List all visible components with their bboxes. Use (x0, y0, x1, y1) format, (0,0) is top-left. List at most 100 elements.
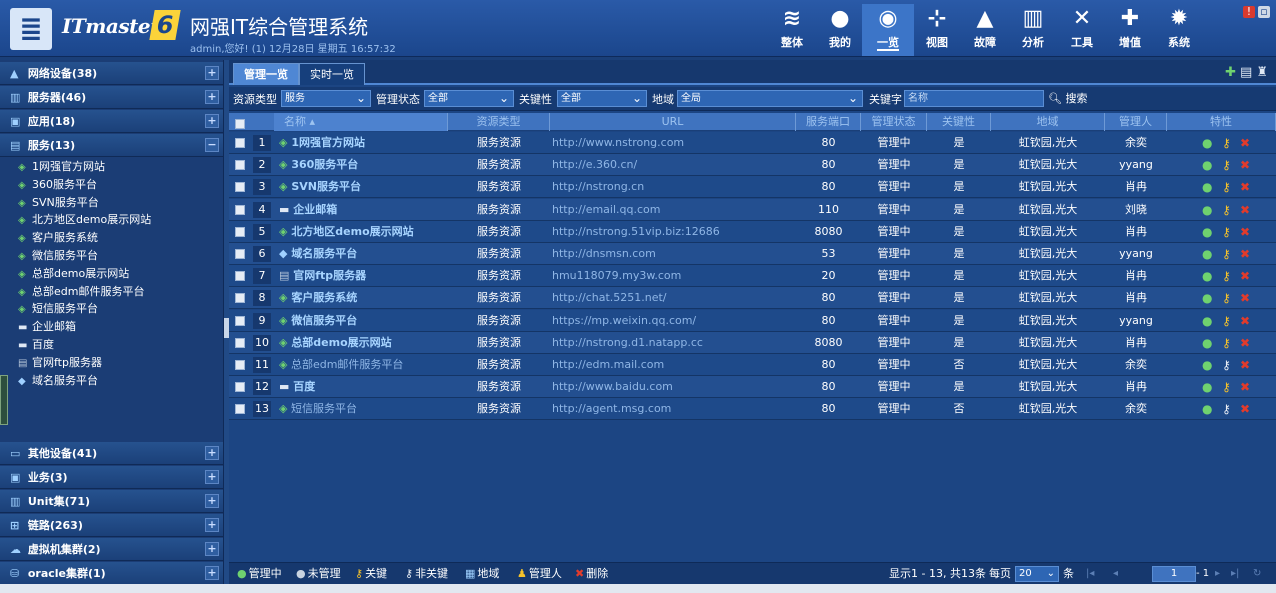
expand-toggle-icon[interactable]: + (205, 90, 219, 104)
column-header[interactable]: 管理人 (1105, 113, 1167, 131)
column-header[interactable]: 服务端口 (796, 113, 861, 131)
expand-toggle-icon[interactable]: − (205, 138, 219, 152)
tree-item[interactable]: ◈ 客户服务系统 (18, 229, 98, 247)
delete-icon[interactable]: ✖ (1240, 265, 1250, 287)
column-header[interactable]: 地域 (991, 113, 1105, 131)
resource-url[interactable]: http://e.360.cn/ (552, 154, 796, 176)
column-header[interactable]: 特性 (1167, 113, 1276, 131)
per-page-select[interactable]: 20 ⌄ (1015, 566, 1059, 582)
table-row[interactable]: 12 ▬ 百度 服务资源 http://www.baidu.com 80 管理中 是 虹钦园,… (229, 376, 1276, 399)
row-checkbox[interactable] (235, 182, 245, 193)
expand-toggle-icon[interactable]: + (205, 566, 219, 580)
key-toggle-icon[interactable]: ⚷ (1222, 132, 1231, 154)
column-header[interactable]: 关键性 (927, 113, 991, 131)
expand-toggle-icon[interactable]: + (205, 66, 219, 80)
resource-name-link[interactable]: ▤ 官网ftp服务器 (279, 265, 447, 287)
table-row[interactable]: 4 ▬ 企业邮箱 服务资源 http://email.qq.com 110 管理中 是 虹钦园… (229, 198, 1276, 221)
resource-type-select[interactable]: 服务 ⌄ (281, 90, 371, 107)
manage-status-select[interactable]: 全部 ⌄ (424, 90, 514, 107)
key-toggle-icon[interactable]: ⚷ (1222, 243, 1231, 265)
key-toggle-icon[interactable]: ⚷ (1222, 398, 1231, 420)
resource-name-link[interactable]: ◈ 客户服务系统 (279, 287, 447, 309)
resource-url[interactable]: https://mp.weixin.qq.com/ (552, 310, 796, 332)
nav-chart[interactable]: ▥ 分析 (1007, 4, 1059, 56)
table-row[interactable]: 13 ◈ 短信服务平台 服务资源 http://agent.msg.com 80 管理中 否… (229, 398, 1276, 421)
tree-item[interactable]: ◈ 360服务平台 (18, 176, 97, 194)
expand-toggle-icon[interactable]: + (205, 542, 219, 556)
page-input[interactable]: 1 (1152, 566, 1196, 582)
delete-icon[interactable]: ✖ (1240, 221, 1250, 243)
row-checkbox[interactable] (235, 337, 245, 348)
key-toggle-icon[interactable]: ⚷ (1222, 310, 1231, 332)
resource-name-link[interactable]: ◈ 总部demo展示网站 (279, 332, 447, 354)
table-row[interactable]: 5 ◈ 北方地区demo展示网站 服务资源 http://nstrong.51vip.… (229, 220, 1276, 243)
column-header[interactable]: 名称 ▴ (274, 113, 448, 131)
resource-name-link[interactable]: ▬ 百度 (279, 376, 447, 398)
table-row[interactable]: 2 ◈ 360服务平台 服务资源 http://e.360.cn/80 管理中 是 虹钦园,… (229, 154, 1276, 177)
row-checkbox[interactable] (235, 293, 245, 304)
resource-url[interactable]: hmu118079.my3w.com (552, 265, 796, 287)
select-all-checkbox[interactable] (235, 119, 245, 129)
delete-icon[interactable]: ✖ (1240, 176, 1250, 198)
key-toggle-icon[interactable]: ⚷ (1222, 199, 1231, 221)
nav-tools[interactable]: ✕ 工具 (1056, 4, 1108, 56)
edit-icon[interactable]: ● (1202, 199, 1212, 221)
region-select[interactable]: 全局 ⌄ (677, 90, 863, 107)
table-row[interactable]: 6 ◆ 域名服务平台 服务资源 http://dnsmsn.com 53 管理中 是 虹钦园,… (229, 243, 1276, 265)
region-action[interactable]: ▦ 地域 (465, 563, 499, 585)
edit-icon[interactable]: ● (1202, 243, 1212, 265)
edit-icon[interactable]: ● (1202, 265, 1212, 287)
resource-name-link[interactable]: ◈ 360服务平台 (279, 154, 447, 176)
row-checkbox[interactable] (235, 404, 245, 415)
resource-name-link[interactable]: ◈ 北方地区demo展示网站 (279, 221, 447, 243)
sidebar-category[interactable]: ▣ 应用(18) + (0, 110, 223, 133)
resource-url[interactable]: http://edm.mail.com (552, 354, 796, 376)
nav-plus[interactable]: ✚ 增值 (1104, 4, 1156, 56)
key-toggle-icon[interactable]: ⚷ (1222, 354, 1231, 376)
row-checkbox[interactable] (235, 382, 245, 393)
sidebar-category[interactable]: ▭ 其他设备(41) + (0, 442, 223, 465)
person-settings-icon[interactable]: ♜ (1256, 65, 1268, 80)
resource-name-link[interactable]: ◈ 短信服务平台 (279, 398, 447, 420)
expand-toggle-icon[interactable]: + (205, 446, 219, 460)
tree-item[interactable]: ▤ 官网ftp服务器 (18, 354, 102, 372)
resource-url[interactable]: http://www.nstrong.com (552, 132, 796, 154)
expand-toggle-icon[interactable]: + (205, 518, 219, 532)
delete-icon[interactable]: ✖ (1240, 243, 1250, 265)
table-row[interactable]: 9 ◈ 微信服务平台 服务资源 https://mp.weixin.qq.com/80… (229, 309, 1276, 332)
row-checkbox[interactable] (235, 249, 245, 259)
next-page-icon[interactable]: ▸ (1215, 563, 1220, 585)
sidebar-category[interactable]: ⊞ 链路(263) + (0, 514, 223, 537)
nav-gear[interactable]: ✹ 系统 (1153, 4, 1205, 56)
expand-toggle-icon[interactable]: + (205, 494, 219, 508)
tree-item[interactable]: ◈ 短信服务平台 (18, 300, 98, 318)
resource-name-link[interactable]: ◈ 1网强官方网站 (279, 132, 447, 154)
delete-icon[interactable]: ✖ (1240, 310, 1250, 332)
edit-icon[interactable]: ● (1202, 132, 1212, 154)
edit-icon[interactable]: ● (1202, 332, 1212, 354)
nav-warning[interactable]: ▲ 故障 (959, 4, 1011, 56)
tree-item[interactable]: ◆ 域名服务平台 (18, 372, 98, 390)
tree-item[interactable]: ◈ SVN服务平台 (18, 194, 99, 212)
resource-url[interactable]: http://dnsmsn.com (552, 243, 796, 265)
row-checkbox[interactable] (235, 315, 245, 326)
resource-url[interactable]: http://email.qq.com (552, 199, 796, 221)
sidebar-category[interactable]: ⛁ oracle集群(1) + (0, 562, 223, 585)
export-icon[interactable]: ▤ (1240, 65, 1252, 80)
delete-icon[interactable]: ✖ (1240, 376, 1250, 398)
resource-url[interactable]: http://chat.5251.net/ (552, 287, 796, 309)
expand-toggle-icon[interactable]: + (205, 470, 219, 484)
key-toggle-icon[interactable]: ⚷ (1222, 332, 1231, 354)
key-toggle-icon[interactable]: ⚷ (1222, 287, 1231, 309)
resource-name-link[interactable]: ▬ 企业邮箱 (279, 199, 447, 221)
resource-name-link[interactable]: ◈ 微信服务平台 (279, 310, 447, 332)
keyword-input[interactable]: 名称 (904, 90, 1044, 107)
resource-url[interactable]: http://www.baidu.com (552, 376, 796, 398)
sidebar-category[interactable]: ▥ 服务器(46) + (0, 86, 223, 109)
nav-overview[interactable]: ◉ 一览 (862, 4, 914, 56)
tab-manage-overview[interactable]: 管理一览 (233, 63, 299, 85)
column-header[interactable]: 管理状态 (861, 113, 927, 131)
tree-item[interactable]: ▬ 百度 (18, 336, 54, 354)
delete-icon[interactable]: ✖ (1240, 287, 1250, 309)
key-select[interactable]: 全部 ⌄ (557, 90, 647, 107)
